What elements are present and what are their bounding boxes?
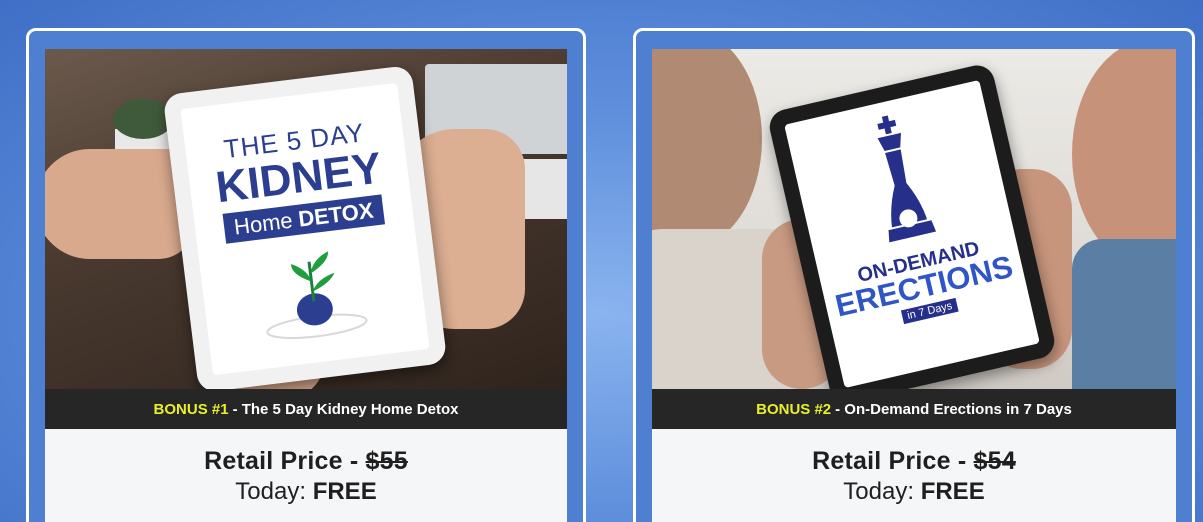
bonus-2-price-area: Retail Price - $54 Today: FREE <box>652 429 1176 506</box>
chess-king-icon <box>877 115 937 243</box>
bonus-2-retail-price: Retail Price - $54 <box>652 447 1176 476</box>
sprout-icon <box>266 251 368 339</box>
bonus-1-price-area: Retail Price - $55 Today: FREE <box>45 429 567 506</box>
today-prefix: Today: <box>235 478 307 505</box>
today-prefix: Today: <box>843 478 915 505</box>
bonus-card-1-inner: THE 5 DAY KIDNEY Home DETOX BONUS #1 - T… <box>45 49 567 522</box>
tablet-screen: ON-DEMAND ERECTIONS in 7 Days <box>784 79 1040 389</box>
retail-price-value: $55 <box>365 447 408 475</box>
man-body-shape <box>1072 239 1176 389</box>
retail-price-value: $54 <box>973 447 1016 475</box>
tablet-device: THE 5 DAY KIDNEY Home DETOX <box>162 64 448 389</box>
bonus-1-retail-price: Retail Price - $55 <box>45 447 567 476</box>
bonus-2-tag: BONUS #2 <box>756 400 832 418</box>
bonus-1-product-image: THE 5 DAY KIDNEY Home DETOX <box>45 49 567 389</box>
bonus-card-2-inner: ON-DEMAND ERECTIONS in 7 Days BONUS #2 -… <box>652 49 1176 522</box>
cover-line-3b: DETOX <box>296 197 375 232</box>
bonus-2-product-image: ON-DEMAND ERECTIONS in 7 Days <box>652 49 1176 389</box>
plant-leaves <box>113 99 173 139</box>
bonus-1-tag: BONUS #1 <box>153 400 229 418</box>
bonus-1-title: - The 5 Day Kidney Home Detox <box>232 400 459 418</box>
man-head-shape <box>1072 49 1176 269</box>
tablet-screen: THE 5 DAY KIDNEY Home DETOX <box>180 82 430 376</box>
retail-prefix: Retail Price - <box>204 447 359 475</box>
bonus-card-2: ON-DEMAND ERECTIONS in 7 Days BONUS #2 -… <box>633 28 1195 522</box>
bonus-2-caption: BONUS #2 - On-Demand Erections in 7 Days <box>652 389 1176 429</box>
cover-line-3a: Home <box>232 207 294 240</box>
bonus-2-title: - On-Demand Erections in 7 Days <box>835 400 1072 418</box>
woman-head-shape <box>652 49 762 249</box>
retail-prefix: Retail Price - <box>812 447 967 475</box>
bonus-card-1: THE 5 DAY KIDNEY Home DETOX BONUS #1 - T… <box>26 28 586 522</box>
today-value: FREE <box>920 478 985 505</box>
today-value: FREE <box>312 478 377 505</box>
bonus-2-today-price: Today: FREE <box>652 478 1176 506</box>
bonus-1-caption: BONUS #1 - The 5 Day Kidney Home Detox <box>45 389 567 429</box>
bonus-1-today-price: Today: FREE <box>45 478 567 506</box>
